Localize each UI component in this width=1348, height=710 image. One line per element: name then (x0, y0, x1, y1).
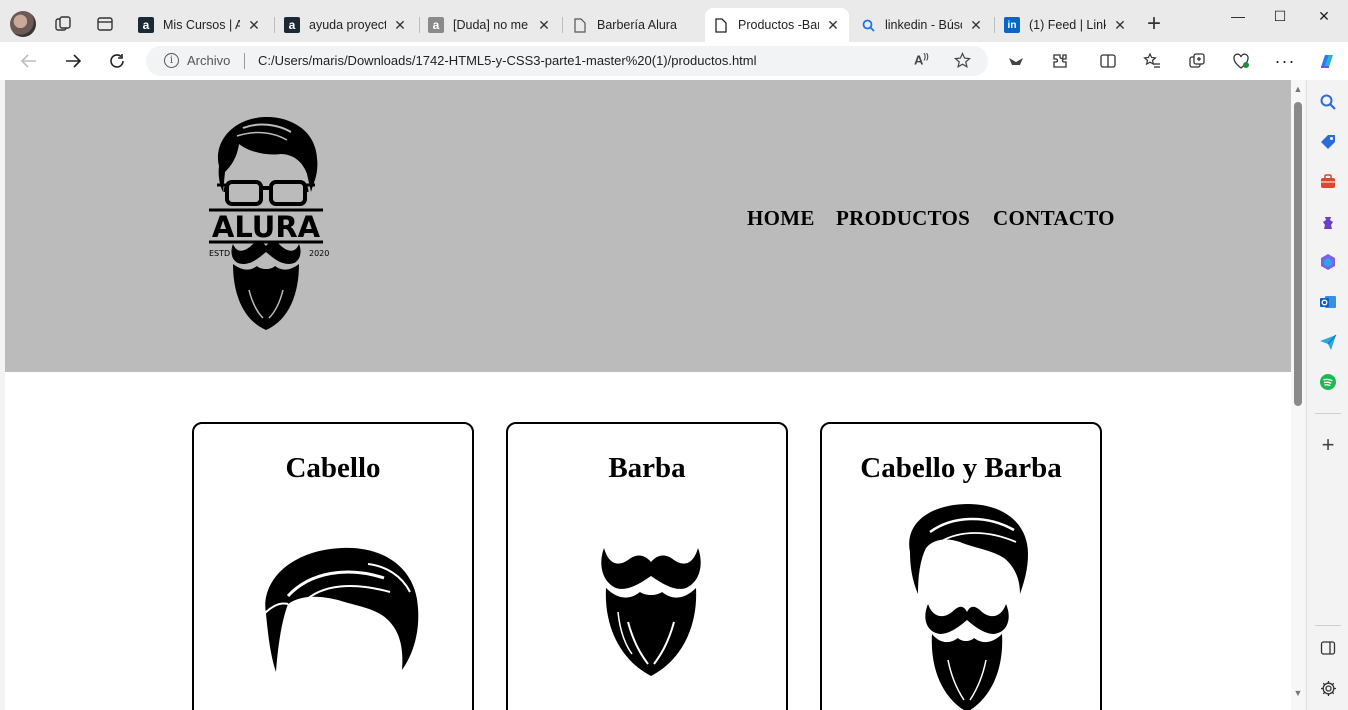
product-card-barba: Barba (506, 422, 788, 710)
beard-icon (601, 548, 701, 676)
address-divider (244, 53, 245, 69)
forward-button[interactable] (62, 50, 84, 72)
outlook-icon[interactable] (1318, 292, 1338, 312)
tab-separator (562, 17, 563, 33)
settings-gear-icon[interactable] (1318, 678, 1338, 698)
tools-briefcase-icon[interactable] (1318, 172, 1338, 192)
search-icon[interactable] (1318, 92, 1338, 112)
toolbar: i Archivo C:/Users/maris/Downloads/1742-… (0, 42, 1348, 80)
tab-label: Productos -Bar (738, 18, 819, 32)
hair-icon (263, 547, 419, 672)
product-title: Cabello y Barba (860, 452, 1062, 484)
address-bar[interactable]: i Archivo C:/Users/maris/Downloads/1742-… (146, 46, 988, 76)
tab-strip: a Mis Cursos | Al ✕ a ayuda proyecto ✕ a… (0, 0, 1348, 42)
nav-productos-link[interactable]: PRODUCTOS (836, 206, 970, 231)
games-chess-icon[interactable] (1318, 212, 1338, 232)
tab-linkedin-feed[interactable]: in (1) Feed | Linke ✕ (996, 8, 1136, 42)
logo-wordmark: ALURA (212, 210, 321, 244)
back-button[interactable] (18, 50, 40, 72)
tab-productos[interactable]: Productos -Bar ✕ (705, 8, 849, 42)
close-icon[interactable]: ✕ (1112, 17, 1128, 34)
workspaces-icon[interactable] (52, 13, 74, 35)
page-scrollbar[interactable]: ▲ ▼ (1291, 80, 1305, 710)
close-icon[interactable]: ✕ (392, 17, 408, 34)
hair-and-beard-icon (909, 504, 1028, 710)
split-screen-icon[interactable] (1097, 50, 1119, 72)
sidebar-divider (1315, 625, 1341, 626)
new-tab-button[interactable]: + (1143, 10, 1165, 37)
tab-label: [Duda] no me (453, 18, 529, 32)
favorite-star-icon[interactable] (953, 52, 972, 73)
product-card-cabello-y-barba: Cabello y Barba (820, 422, 1102, 710)
shopping-tag-icon[interactable] (1318, 132, 1338, 152)
browser-essentials-icon[interactable] (1230, 50, 1252, 72)
refresh-button[interactable] (106, 50, 128, 72)
alura-barbershop-logo: ALURA ESTD 2020 (209, 116, 329, 330)
alura-icon: a (428, 17, 444, 33)
page-icon (713, 17, 729, 33)
tab-duda[interactable]: a [Duda] no me ✕ (420, 8, 560, 42)
alura-icon: a (284, 17, 300, 33)
tab-label: ayuda proyecto (309, 18, 386, 32)
tab-label: (1) Feed | Linke (1029, 18, 1106, 32)
nav-home-link[interactable]: HOME (747, 206, 815, 231)
alura-icon: a (138, 17, 154, 33)
more-menu-icon[interactable]: ··· (1274, 50, 1296, 72)
tab-barberia-alura[interactable]: Barbería Alura (564, 8, 704, 42)
page-icon (572, 17, 588, 33)
microsoft-365-icon[interactable] (1318, 252, 1338, 272)
extension-bird-icon[interactable] (1005, 50, 1027, 72)
favorites-icon[interactable] (1141, 50, 1163, 72)
product-card-cabello: Cabello (192, 422, 474, 710)
send-paper-plane-icon[interactable] (1318, 332, 1338, 352)
spotify-icon[interactable] (1318, 372, 1338, 392)
logo-left-text: ESTD (209, 249, 230, 258)
scroll-up-icon[interactable]: ▲ (1293, 84, 1303, 94)
tab-separator (274, 17, 275, 33)
collections-icon[interactable] (1186, 50, 1208, 72)
site-info-icon[interactable]: i (164, 53, 179, 68)
close-icon[interactable]: ✕ (968, 17, 984, 34)
tab-mis-cursos[interactable]: a Mis Cursos | Al ✕ (130, 8, 270, 42)
tab-actions-icon[interactable] (94, 13, 116, 35)
tab-linkedin-busqueda[interactable]: linkedin - Búsq ✕ (852, 8, 992, 42)
copilot-icon[interactable] (1316, 50, 1338, 72)
site-header: ALURA ESTD 2020 HOME PRODUCTOS CONTACTO (5, 80, 1291, 372)
close-icon[interactable]: ✕ (825, 17, 841, 34)
window-close-button[interactable]: ✕ (1301, 6, 1347, 26)
tab-label: Barbería Alura (597, 18, 677, 32)
tab-ayuda-proyecto[interactable]: a ayuda proyecto ✕ (276, 8, 416, 42)
nav-contacto-link[interactable]: CONTACTO (993, 206, 1115, 231)
maximize-button[interactable]: ☐ (1257, 6, 1303, 26)
minimize-button[interactable]: — (1215, 6, 1261, 26)
profile-avatar[interactable] (10, 11, 36, 37)
product-title: Barba (608, 452, 686, 484)
close-icon[interactable]: ✕ (246, 17, 262, 34)
extensions-icon[interactable] (1049, 50, 1071, 72)
scheme-label: Archivo (187, 53, 231, 68)
close-icon[interactable]: ✕ (536, 17, 552, 34)
logo-right-text: 2020 (309, 249, 329, 258)
sidebar-divider (1315, 413, 1341, 414)
edge-sidebar: + (1306, 80, 1348, 710)
hide-sidebar-icon[interactable] (1318, 638, 1338, 658)
linkedin-icon: in (1004, 17, 1020, 33)
tab-separator (994, 17, 995, 33)
product-title: Cabello (285, 452, 381, 484)
scroll-down-icon[interactable]: ▼ (1293, 688, 1303, 698)
tab-label: Mis Cursos | Al (163, 18, 240, 32)
scrollbar-thumb[interactable] (1294, 102, 1302, 406)
add-sidebar-app-icon[interactable]: + (1318, 432, 1338, 457)
tab-label: linkedin - Búsq (885, 18, 962, 32)
search-icon (860, 17, 876, 33)
url-text[interactable]: C:/Users/maris/Downloads/1742-HTML5-y-CS… (258, 53, 757, 68)
page-viewport: ALURA ESTD 2020 HOME PRODUCTOS CONTACTO … (5, 80, 1291, 710)
read-aloud-icon[interactable]: A)) (914, 52, 929, 67)
